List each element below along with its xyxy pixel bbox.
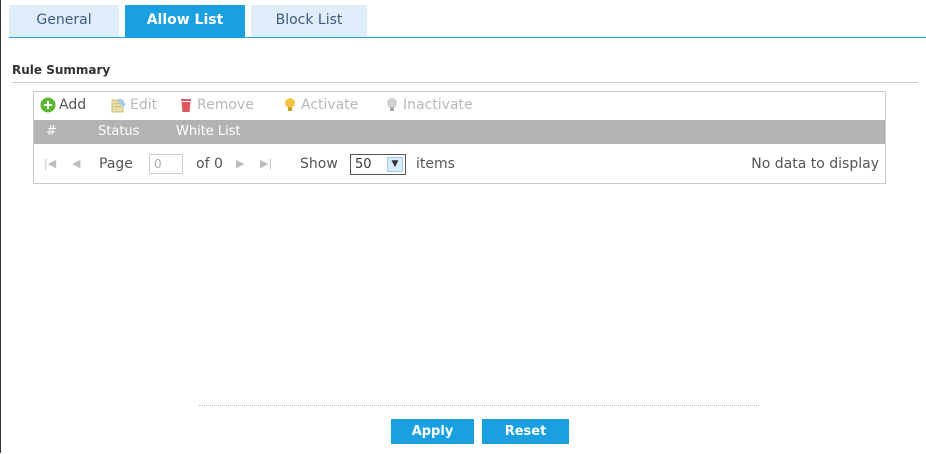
next-page-icon[interactable]: ▶ (236, 145, 244, 183)
show-label: Show (300, 156, 338, 172)
grid-toolbar: Add Edit Remove Activate Inactivate (34, 92, 885, 119)
plus-circle-icon (40, 97, 56, 113)
pager: |◀ ◀ Page 0 of 0 ▶ ▶| Show 50 ▼ items No… (34, 145, 885, 183)
empty-message: No data to display (751, 156, 879, 172)
activate-button[interactable]: Activate (282, 95, 370, 115)
content-frame (0, 0, 926, 453)
activate-label: Activate (301, 97, 359, 113)
column-header-status[interactable]: Status (98, 120, 139, 144)
edit-icon (111, 98, 126, 113)
section-divider (12, 82, 918, 83)
chevron-down-icon[interactable]: ▼ (387, 157, 403, 172)
last-page-icon[interactable]: ▶| (260, 145, 272, 183)
first-page-icon[interactable]: |◀ (44, 145, 56, 183)
rule-grid: Add Edit Remove Activate Inactivate # St… (33, 91, 886, 184)
lightbulb-icon (285, 98, 295, 111)
remove-button[interactable]: Remove (178, 95, 268, 115)
column-header-number[interactable]: # (46, 120, 57, 144)
column-header-white-list[interactable]: White List (176, 120, 241, 144)
section-title: Rule Summary (12, 63, 111, 77)
lightbulb-off-icon (387, 98, 397, 111)
tab-block-list[interactable]: Block List (251, 5, 367, 37)
remove-label: Remove (197, 97, 254, 113)
inactivate-button[interactable]: Inactivate (384, 95, 494, 115)
page-count: of 0 (196, 156, 223, 172)
inactivate-label: Inactivate (403, 97, 473, 113)
page-size-value: 50 (355, 157, 372, 172)
page-label: Page (99, 156, 133, 172)
grid-header: # Status White List (34, 120, 885, 144)
tab-allow-list[interactable]: Allow List (125, 5, 245, 37)
tab-underline (9, 37, 926, 38)
footer-divider (199, 405, 759, 406)
edit-button[interactable]: Edit (111, 95, 163, 115)
items-label: items (416, 156, 455, 172)
add-label: Add (59, 97, 87, 113)
page-input[interactable]: 0 (149, 154, 183, 174)
prev-page-icon[interactable]: ◀ (72, 145, 80, 183)
tab-general[interactable]: General (9, 5, 119, 37)
edit-label: Edit (130, 97, 158, 113)
page-size-select[interactable]: 50 ▼ (350, 154, 406, 175)
trash-icon (181, 99, 191, 112)
reset-button[interactable]: Reset (482, 419, 569, 444)
apply-button[interactable]: Apply (391, 419, 474, 444)
add-button[interactable]: Add (40, 95, 100, 115)
